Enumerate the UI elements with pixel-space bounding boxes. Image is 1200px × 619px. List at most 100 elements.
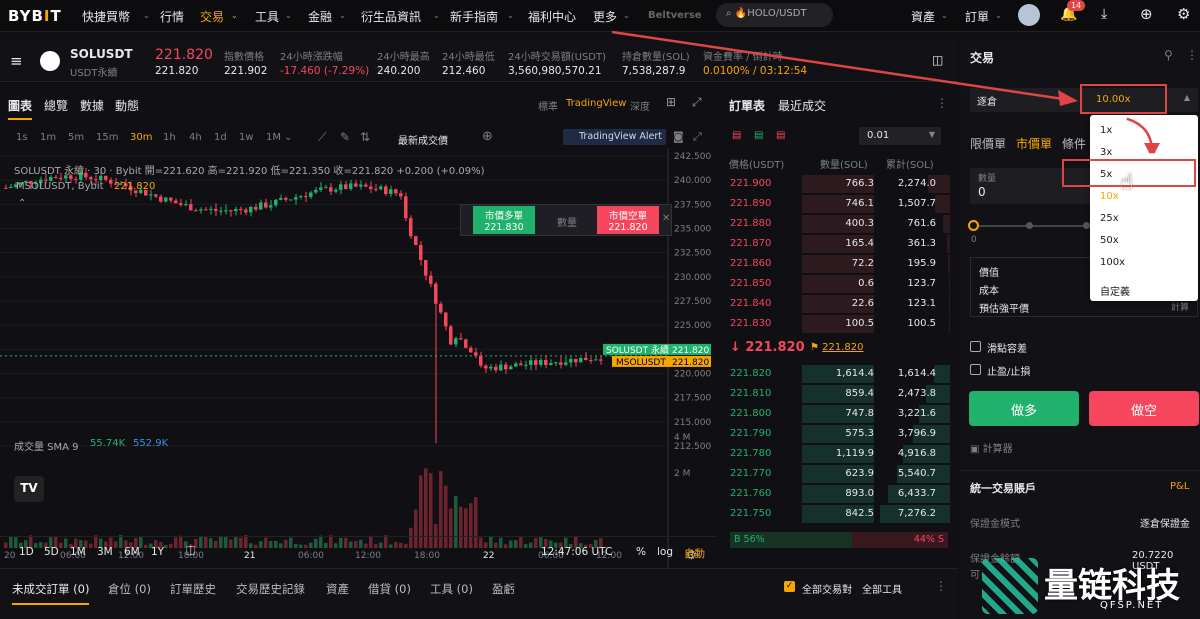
tab-data[interactable]: 數據 bbox=[80, 97, 104, 114]
bid-row[interactable]: 221.750 842.5 7,276.2 bbox=[722, 504, 954, 524]
pl-link[interactable]: P&L bbox=[1170, 481, 1189, 492]
tab-assets[interactable]: 資產 bbox=[326, 581, 349, 597]
download-icon[interactable]: ⤓ bbox=[1101, 6, 1107, 22]
mode-standard[interactable]: 標準 bbox=[538, 98, 558, 113]
leverage-option[interactable]: 100x bbox=[1100, 257, 1125, 268]
nav-markets[interactable]: 行情 bbox=[160, 8, 184, 25]
add-icon[interactable]: ⊕ bbox=[482, 129, 493, 144]
slippage-checkbox[interactable] bbox=[970, 341, 981, 352]
utc-clock[interactable]: 12:47:06 UTC bbox=[541, 546, 612, 558]
interval-1m[interactable]: 1m bbox=[40, 132, 56, 143]
leverage-option[interactable]: 25x bbox=[1100, 213, 1119, 224]
tradingview-logo[interactable]: TV bbox=[14, 476, 44, 502]
long-button[interactable]: 做多 bbox=[969, 391, 1079, 426]
date-range-icon[interactable]: ⎅ bbox=[186, 544, 196, 559]
interval-5m[interactable]: 5m bbox=[68, 132, 84, 143]
settings-icon[interactable]: ⚙ bbox=[1177, 5, 1190, 23]
interval-1d[interactable]: 1d bbox=[214, 132, 227, 143]
interval-1s[interactable]: 1s bbox=[16, 132, 28, 143]
nav-beltverse[interactable]: Beltverse bbox=[648, 10, 702, 21]
drawing-icon[interactable]: ✎ bbox=[340, 130, 350, 144]
bid-row[interactable]: 221.790 575.3 3,796.9 bbox=[722, 424, 954, 444]
tab-tools[interactable]: 工具 (0) bbox=[430, 581, 473, 597]
expand-icon[interactable]: ⤢ bbox=[692, 95, 702, 110]
tab-open-orders[interactable]: 未成交訂單 (0) bbox=[12, 581, 90, 605]
leverage-option[interactable]: 50x bbox=[1100, 235, 1119, 246]
interval-15m[interactable]: 15m bbox=[96, 132, 118, 143]
range-6m[interactable]: 6M bbox=[124, 546, 140, 558]
bid-row[interactable]: 221.810 859.4 2,473.8 bbox=[722, 384, 954, 404]
calc-link[interactable]: 計算 bbox=[1171, 300, 1189, 313]
nav-trade[interactable]: 交易 bbox=[200, 8, 224, 25]
layout-icon[interactable]: ◫ bbox=[932, 53, 943, 67]
tab-trade-history[interactable]: 交易歷史記錄 bbox=[236, 581, 305, 597]
nav-more[interactable]: 更多 bbox=[593, 8, 617, 25]
leverage-option[interactable]: 3x bbox=[1100, 147, 1112, 158]
auto-toggle[interactable]: 自動 bbox=[684, 546, 705, 561]
tab-market[interactable]: 市價單 bbox=[1016, 135, 1052, 152]
leverage-option[interactable]: 10x bbox=[1100, 191, 1119, 202]
interval-4h[interactable]: 4h bbox=[189, 132, 202, 143]
book-view-asks-icon[interactable]: ▤ bbox=[776, 130, 785, 141]
ask-row[interactable]: 221.840 22.6 123.1 bbox=[722, 294, 954, 314]
mode-tradingview[interactable]: TradingView bbox=[566, 98, 626, 109]
tab-pnl[interactable]: 盈虧 bbox=[492, 581, 515, 597]
globe-icon[interactable]: ⊕ bbox=[1140, 5, 1153, 23]
collapse-icon[interactable]: ⌃ bbox=[18, 198, 26, 209]
nav-finance[interactable]: 金融 bbox=[308, 8, 332, 25]
bid-row[interactable]: 221.780 1,119.9 4,916.8 bbox=[722, 444, 954, 464]
ask-row[interactable]: 221.880 400.3 761.6 bbox=[722, 214, 954, 234]
interval-1w[interactable]: 1w bbox=[239, 132, 254, 143]
calculator-link[interactable]: ▣ 計算器 bbox=[970, 440, 1013, 455]
logo[interactable]: BYBIT bbox=[8, 7, 62, 25]
interval-1h[interactable]: 1h bbox=[163, 132, 176, 143]
bid-row[interactable]: 221.800 747.8 3,221.6 bbox=[722, 404, 954, 424]
tab-limit[interactable]: 限價單 bbox=[970, 135, 1006, 152]
range-1m[interactable]: 1M bbox=[70, 546, 86, 558]
nav-derivatives-info[interactable]: 衍生品資訊 bbox=[361, 8, 421, 25]
percent-toggle[interactable]: % bbox=[636, 546, 646, 558]
nav-beginner-guide[interactable]: 新手指南 bbox=[450, 8, 498, 25]
log-toggle[interactable]: log bbox=[657, 546, 673, 558]
slider-handle[interactable] bbox=[968, 220, 979, 231]
leverage-option[interactable]: 自定義 bbox=[1100, 283, 1130, 298]
short-button[interactable]: 做空 bbox=[1089, 391, 1199, 426]
range-1d[interactable]: 1D bbox=[19, 546, 34, 558]
range-5d[interactable]: 5D bbox=[44, 546, 59, 558]
tv-alert-button[interactable]: TradingView Alert bbox=[563, 129, 666, 145]
indicator-icon[interactable]: ⟋ bbox=[318, 130, 326, 145]
symbol-name[interactable]: SOLUSDT bbox=[70, 47, 133, 61]
tab-recent-trades[interactable]: 最近成交 bbox=[778, 97, 826, 114]
all-pairs-checkbox[interactable]: ✓ bbox=[784, 581, 795, 592]
book-view-bids-icon[interactable]: ▤ bbox=[754, 130, 763, 141]
mode-depth[interactable]: 深度 bbox=[630, 98, 650, 113]
interval-30m[interactable]: 30m bbox=[130, 132, 152, 143]
nav-quick-buy[interactable]: 快捷買幣 bbox=[82, 8, 130, 25]
price-source-select[interactable]: 最新成交價 bbox=[398, 132, 448, 147]
all-tools-select[interactable]: 全部工具 bbox=[862, 581, 902, 596]
menu-icon[interactable]: ≡ bbox=[10, 52, 23, 70]
more-icon[interactable]: ⋮ bbox=[935, 579, 947, 593]
fullscreen-icon[interactable]: ⤢ bbox=[693, 130, 702, 144]
tab-loans[interactable]: 借貸 (0) bbox=[368, 581, 411, 597]
ask-row[interactable]: 221.850 0.6 123.7 bbox=[722, 274, 954, 294]
bid-row[interactable]: 221.760 893.0 6,433.7 bbox=[722, 484, 954, 504]
grid-icon[interactable]: ⊞ bbox=[666, 95, 676, 109]
nav-assets[interactable]: 資產 bbox=[911, 8, 935, 25]
market-long-button[interactable]: 市價多單 221.830 bbox=[473, 206, 535, 234]
interval-1M[interactable]: 1M bbox=[266, 132, 281, 143]
bid-row[interactable]: 221.770 623.9 5,540.7 bbox=[722, 464, 954, 484]
leverage-option[interactable]: 1x bbox=[1100, 125, 1112, 136]
tab-orderbook[interactable]: 訂單表 bbox=[729, 97, 765, 114]
tab-chart[interactable]: 圖表 bbox=[8, 97, 33, 120]
tab-positions[interactable]: 倉位 (0) bbox=[108, 581, 151, 597]
more-icon[interactable]: ⋮ bbox=[1186, 48, 1198, 62]
price-step-select[interactable]: 0.01 ▼ bbox=[859, 127, 941, 145]
margin-mode-value[interactable]: 逐倉保證金 bbox=[1140, 515, 1190, 530]
book-view-both-icon[interactable]: ▤ bbox=[732, 130, 741, 141]
ask-row[interactable]: 221.860 72.2 195.9 bbox=[722, 254, 954, 274]
nav-orders[interactable]: 訂單 bbox=[965, 8, 989, 25]
tab-feed[interactable]: 動態 bbox=[115, 97, 139, 114]
camera-icon[interactable]: ◙ bbox=[673, 130, 684, 143]
bid-row[interactable]: 221.820 1,614.4 1,614.4 bbox=[722, 364, 954, 384]
